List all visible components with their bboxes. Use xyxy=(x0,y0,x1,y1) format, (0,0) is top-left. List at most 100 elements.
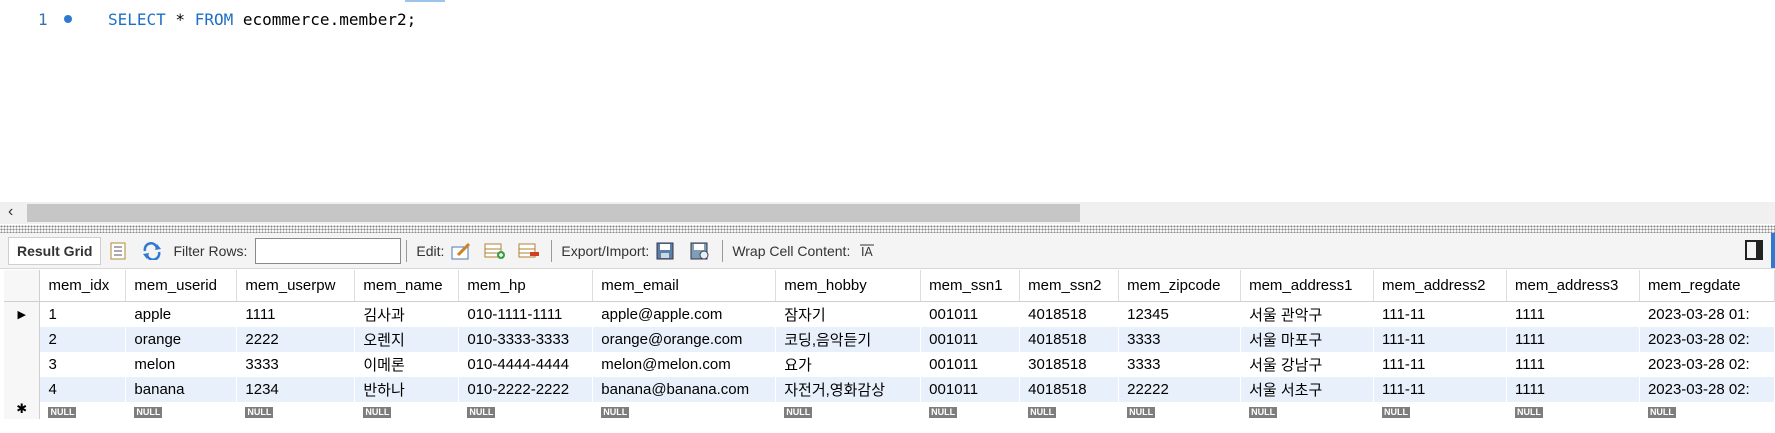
form-editor-icon[interactable] xyxy=(107,240,129,262)
table-cell[interactable]: 코딩,음악듣기 xyxy=(775,327,921,352)
edit-row-icon[interactable] xyxy=(450,240,472,262)
current-row-indicator-icon[interactable]: ▶ xyxy=(4,301,41,327)
column-header[interactable]: mem_regdate xyxy=(1639,270,1775,302)
table-cell[interactable]: 오렌지 xyxy=(354,327,459,352)
table-cell[interactable]: 2222 xyxy=(236,327,355,352)
table-cell[interactable]: 2023-03-28 02: xyxy=(1639,377,1775,402)
table-cell[interactable]: 요가 xyxy=(776,352,921,377)
table-cell[interactable]: 12345 xyxy=(1119,302,1241,328)
table-row[interactable]: ▶ 1 apple 1111 김사과 010-1111-1111 apple@apple.c… xyxy=(4,301,1775,328)
row-indicator[interactable] xyxy=(4,352,41,377)
panel-splitter[interactable] xyxy=(0,225,1775,233)
column-header[interactable]: mem_address2 xyxy=(1373,270,1507,302)
table-cell[interactable]: 서울 강남구 xyxy=(1241,352,1374,377)
table-cell[interactable]: 1111 xyxy=(1506,352,1639,377)
column-header[interactable]: mem_address1 xyxy=(1240,270,1375,302)
row-indicator[interactable] xyxy=(4,377,41,402)
side-panel-toggle-icon[interactable] xyxy=(1745,240,1763,260)
table-cell[interactable]: 4018518 xyxy=(1020,302,1119,328)
row-indicator[interactable] xyxy=(4,327,41,352)
scroll-left-icon[interactable]: ‹ xyxy=(8,203,13,221)
null-cell[interactable]: NULL xyxy=(459,402,593,419)
null-cell[interactable]: NULL xyxy=(921,402,1020,419)
table-cell[interactable]: 1111 xyxy=(1506,327,1640,352)
sql-editor[interactable]: 1 SELECT * FROM ecommerce.member2; xyxy=(0,0,1775,202)
table-cell[interactable]: 1111 xyxy=(1506,377,1640,402)
table-cell[interactable]: 서울 마포구 xyxy=(1240,327,1374,352)
table-cell[interactable]: 반하나 xyxy=(354,377,459,402)
column-header[interactable]: mem_idx xyxy=(39,270,127,302)
table-cell[interactable]: orange@orange.com xyxy=(592,327,776,352)
table-cell[interactable]: 3 xyxy=(40,352,126,377)
column-header[interactable]: mem_name xyxy=(354,270,460,302)
table-cell[interactable]: 3333 xyxy=(237,352,355,377)
table-cell[interactable]: 001011 xyxy=(920,377,1020,402)
export-icon[interactable] xyxy=(655,240,677,262)
null-cell[interactable]: NULL xyxy=(776,402,921,419)
column-header[interactable]: mem_hp xyxy=(458,270,594,302)
table-cell[interactable]: 010-3333-3333 xyxy=(458,327,593,352)
column-header[interactable]: mem_zipcode xyxy=(1118,270,1242,302)
add-row-icon[interactable] xyxy=(484,240,506,262)
table-cell[interactable]: 4018518 xyxy=(1019,377,1119,402)
column-header[interactable]: mem_userpw xyxy=(236,270,356,302)
table-cell[interactable]: 2 xyxy=(39,327,126,352)
null-cell[interactable]: NULL xyxy=(1506,402,1639,419)
table-cell[interactable]: 111-11 xyxy=(1374,352,1507,377)
table-cell[interactable]: 111-11 xyxy=(1374,302,1507,328)
table-row[interactable]: 2 orange 2222 오렌지 010-3333-3333 orange@orange… xyxy=(4,327,1775,352)
scrollbar-thumb[interactable] xyxy=(27,204,1080,222)
result-grid-button[interactable]: Result Grid xyxy=(8,236,102,265)
editor-horizontal-scrollbar[interactable]: ‹ xyxy=(0,202,1775,224)
column-header[interactable]: mem_email xyxy=(592,270,777,302)
table-cell[interactable]: melon xyxy=(126,352,237,377)
table-cell[interactable]: 3333 xyxy=(1119,352,1241,377)
table-cell[interactable]: 3018518 xyxy=(1020,352,1119,377)
column-header[interactable]: mem_hobby xyxy=(775,270,922,302)
table-cell[interactable]: 이메론 xyxy=(355,352,459,377)
table-cell[interactable]: 자전거,영화감상 xyxy=(775,377,921,402)
delete-row-icon[interactable] xyxy=(518,240,540,262)
null-cell[interactable]: NULL xyxy=(126,402,237,419)
table-cell[interactable]: 1234 xyxy=(236,377,355,402)
table-cell[interactable]: 서울 관악구 xyxy=(1241,302,1374,328)
wrap-cell-icon[interactable]: IA xyxy=(856,240,878,262)
table-cell[interactable]: banana xyxy=(125,377,237,402)
table-cell[interactable]: apple@apple.com xyxy=(593,302,776,328)
table-cell[interactable]: apple xyxy=(126,302,237,328)
table-cell[interactable]: 잠자기 xyxy=(776,302,921,328)
table-cell[interactable]: 3333 xyxy=(1118,327,1241,352)
table-cell[interactable]: 111-11 xyxy=(1373,327,1507,352)
null-cell[interactable]: NULL xyxy=(1241,402,1374,419)
column-header[interactable]: mem_userid xyxy=(125,270,238,302)
sql-statement[interactable]: SELECT * FROM ecommerce.member2; xyxy=(108,10,416,29)
table-cell[interactable]: 111-11 xyxy=(1373,377,1507,402)
null-cell[interactable]: NULL xyxy=(40,402,126,419)
table-cell[interactable]: 2023-03-28 02: xyxy=(1639,352,1774,377)
table-cell[interactable]: 010-1111-1111 xyxy=(459,302,593,328)
table-cell[interactable]: 22222 xyxy=(1118,377,1241,402)
table-cell[interactable]: 001011 xyxy=(921,302,1020,328)
table-cell[interactable]: 2023-03-28 02: xyxy=(1639,327,1775,352)
table-cell[interactable]: 010-4444-4444 xyxy=(459,352,593,377)
column-header[interactable]: mem_ssn1 xyxy=(920,270,1021,302)
table-row[interactable]: 3 melon 3333 이메론 010-4444-4444 melon@melon.co… xyxy=(4,352,1775,377)
table-cell[interactable]: 2023-03-28 01: xyxy=(1639,302,1774,328)
table-cell[interactable]: 001011 xyxy=(921,352,1020,377)
null-cell[interactable]: NULL xyxy=(1639,402,1774,419)
table-cell[interactable]: orange xyxy=(125,327,237,352)
table-cell[interactable]: 1 xyxy=(40,302,126,328)
column-header[interactable]: mem_ssn2 xyxy=(1019,270,1120,302)
table-cell[interactable]: 4018518 xyxy=(1019,327,1119,352)
null-cell[interactable]: NULL xyxy=(1374,402,1507,419)
table-cell[interactable]: 서울 서초구 xyxy=(1240,377,1374,402)
table-cell[interactable]: 010-2222-2222 xyxy=(458,377,593,402)
null-cell[interactable]: NULL xyxy=(355,402,459,419)
table-cell[interactable]: melon@melon.com xyxy=(593,352,776,377)
table-cell[interactable]: 김사과 xyxy=(355,302,459,328)
table-cell[interactable]: banana@banana.com xyxy=(592,377,776,402)
import-icon[interactable] xyxy=(689,240,711,262)
table-cell[interactable]: 1111 xyxy=(237,302,355,328)
null-cell[interactable]: NULL xyxy=(1020,402,1119,419)
table-row[interactable]: 4 banana 1234 반하나 010-2222-2222 banana@banana… xyxy=(4,377,1775,402)
